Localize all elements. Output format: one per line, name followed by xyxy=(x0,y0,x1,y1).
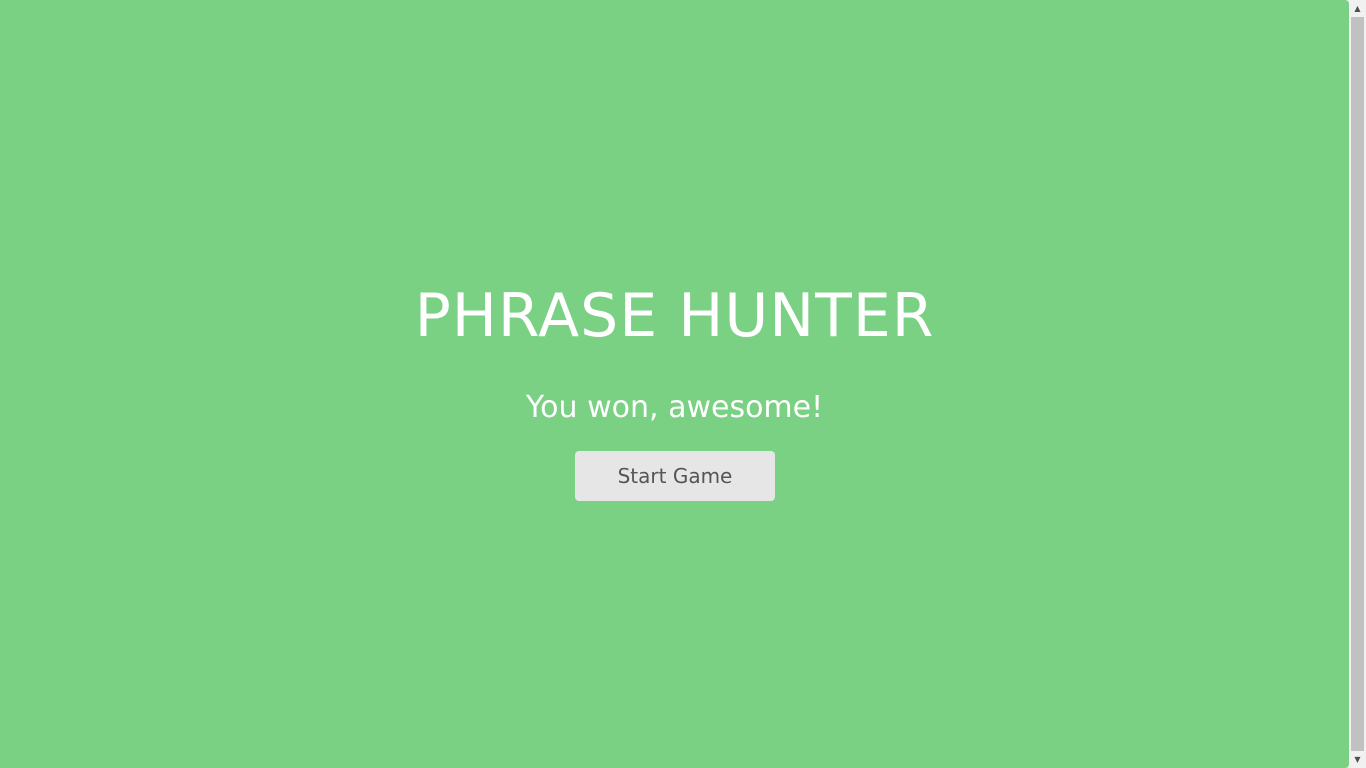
game-over-message: You won, awesome! xyxy=(525,390,824,425)
game-viewport: PHRASE HUNTER You won, awesome! Start Ga… xyxy=(0,0,1349,768)
start-game-button[interactable]: Start Game xyxy=(575,451,775,501)
scroll-up-arrow-icon[interactable]: ▲ xyxy=(1349,0,1366,17)
scrollbar-thumb[interactable] xyxy=(1351,17,1364,751)
game-title: PHRASE HUNTER xyxy=(414,281,935,351)
win-overlay: PHRASE HUNTER You won, awesome! Start Ga… xyxy=(0,0,1349,768)
scroll-down-arrow-icon[interactable]: ▼ xyxy=(1349,751,1366,768)
vertical-scrollbar[interactable]: ▲ ▼ xyxy=(1349,0,1366,768)
